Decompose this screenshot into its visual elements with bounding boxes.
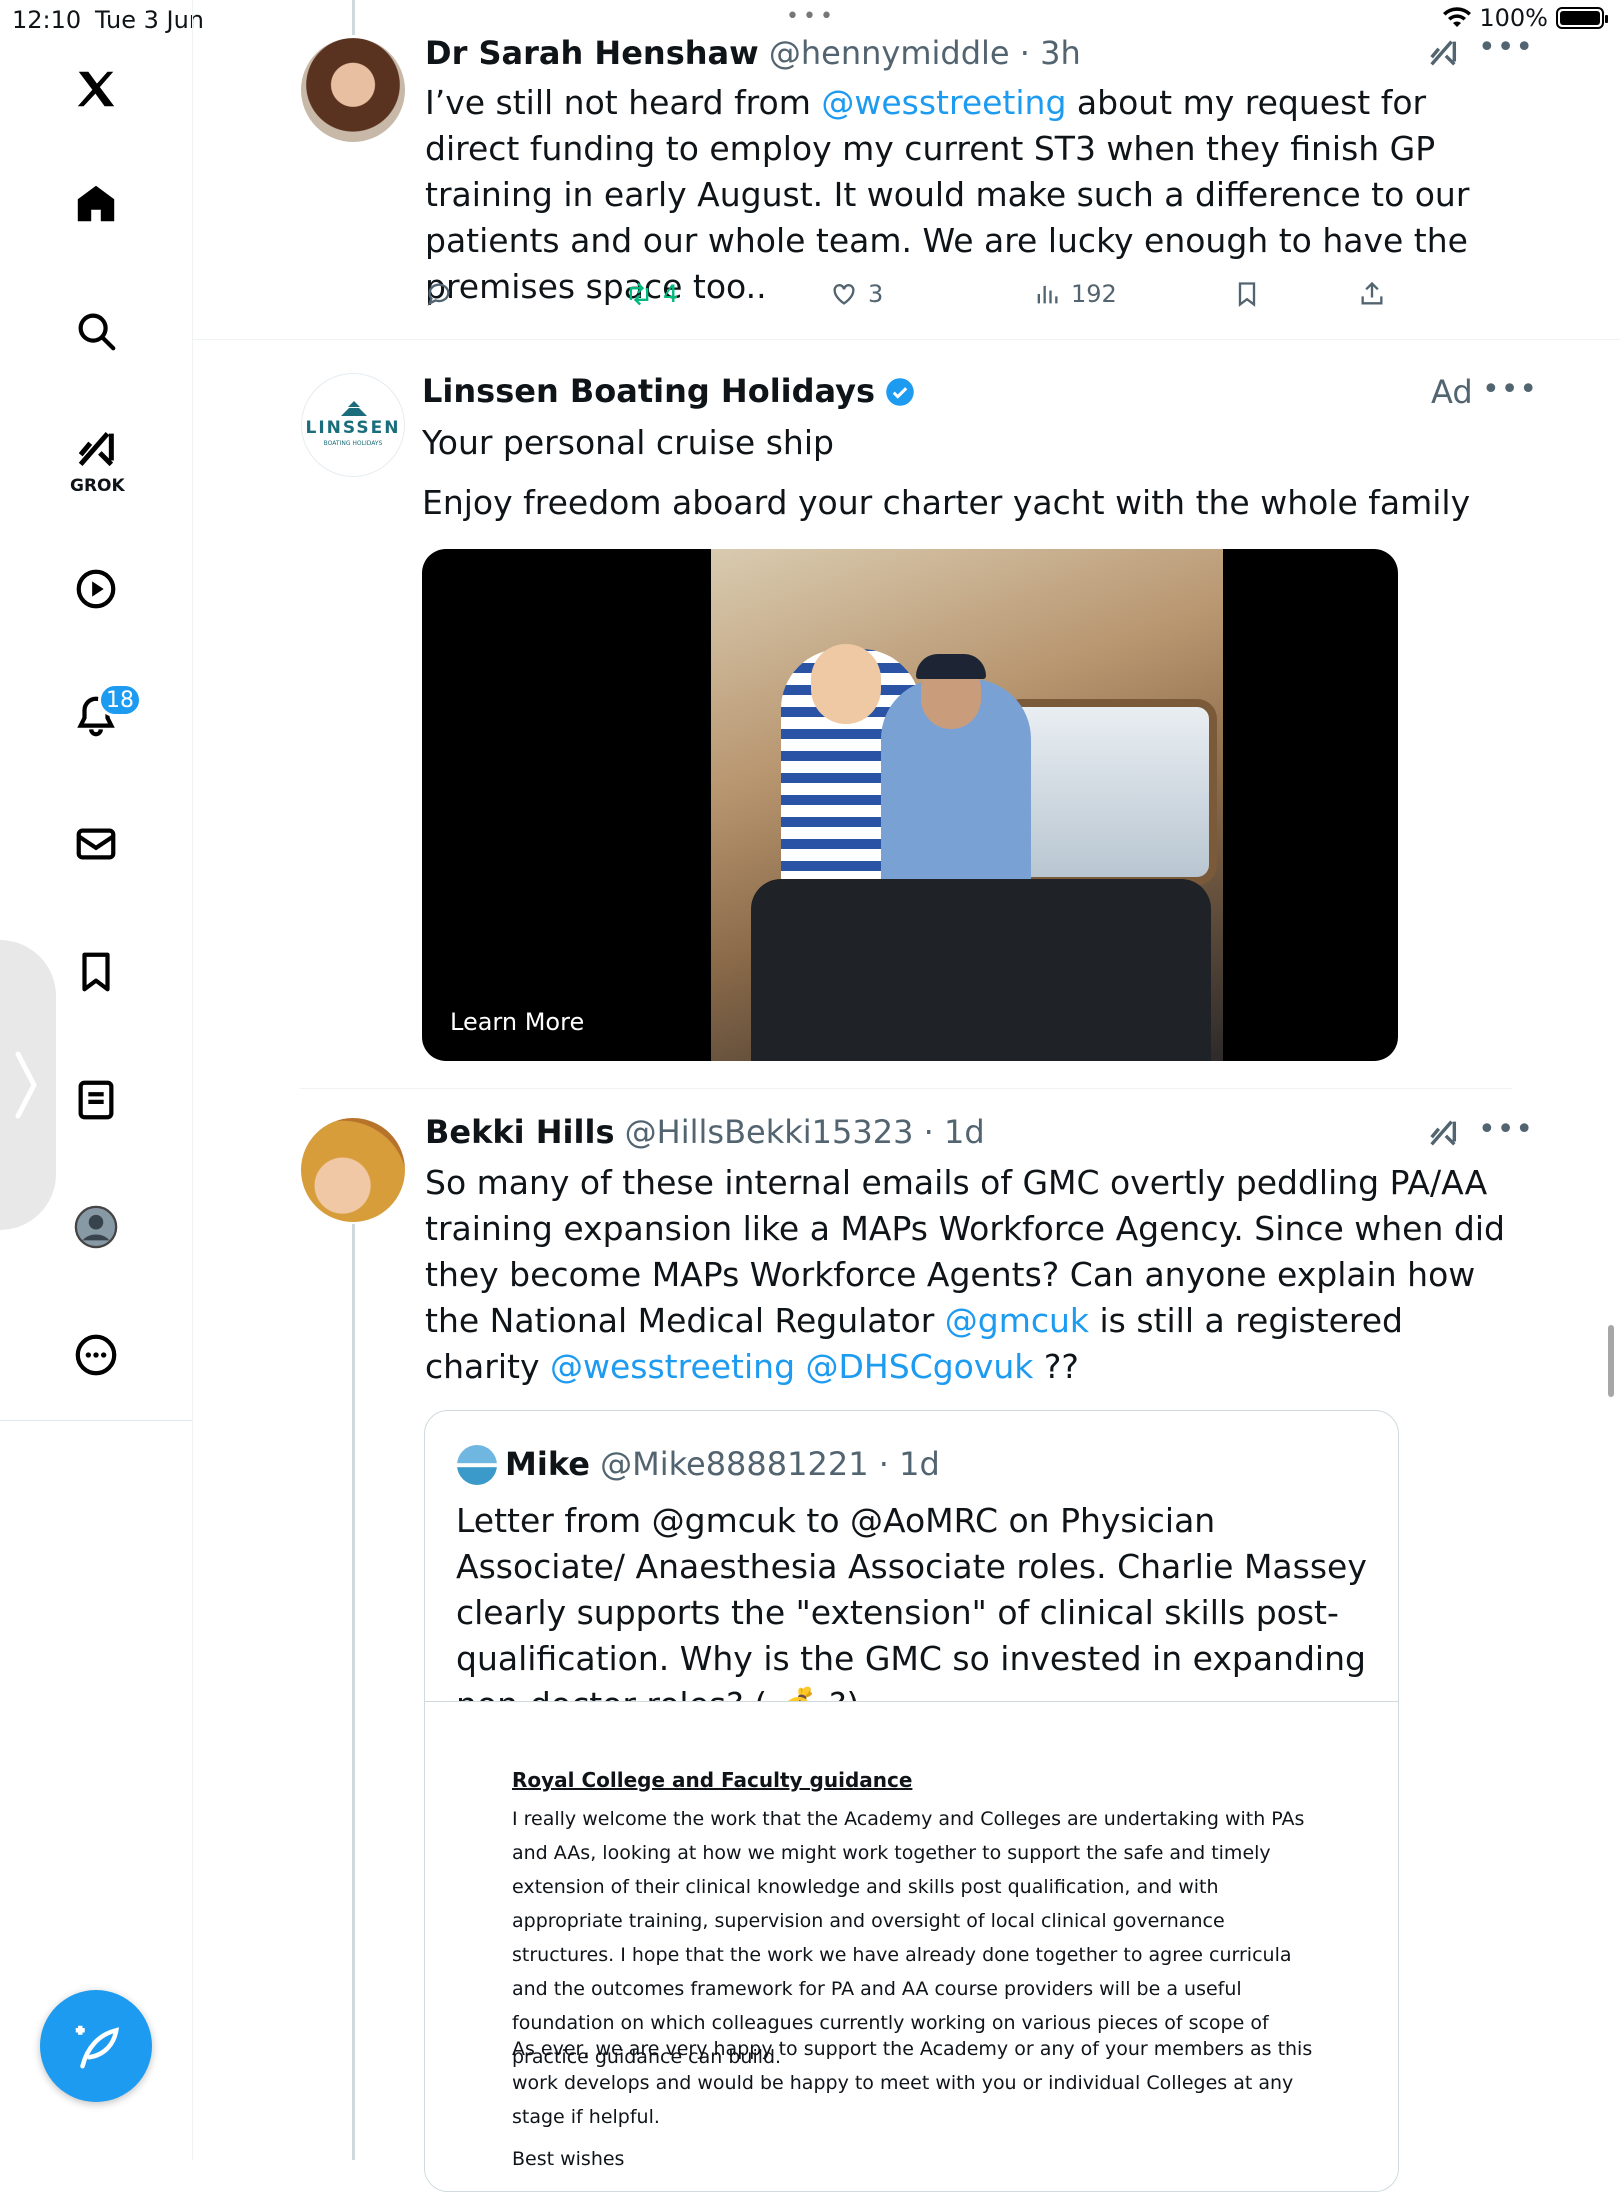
home-icon[interactable] (72, 180, 120, 228)
grok-icon[interactable] (72, 425, 120, 473)
share-icon (1361, 281, 1383, 305)
compose-feather-icon (75, 2025, 120, 2069)
quote-header: Mike @Mike88881221 · 1d (505, 1445, 940, 1483)
more-icon[interactable] (72, 1331, 120, 1379)
retweet-count: 4 (663, 280, 679, 308)
lists-icon[interactable] (72, 1076, 120, 1124)
bookmark-icon[interactable] (72, 948, 120, 996)
letter-signoff: Best wishes (512, 2148, 625, 2170)
grok-explain-icon[interactable] (1426, 36, 1460, 70)
tweet1-text-a: I’ve still not heard from (425, 83, 822, 122)
bookmark-small-icon (1238, 282, 1256, 307)
tweet2-time[interactable]: · 1d (924, 1113, 985, 1151)
ad-photo-head1 (811, 644, 881, 724)
tweet1-author-name[interactable]: Dr Sarah Henshaw (425, 34, 759, 72)
tweet-separator-2 (300, 1088, 1512, 1089)
view-count: 192 (1071, 280, 1117, 308)
ad-photo-cap (916, 654, 986, 679)
thread-line-top (352, 0, 355, 35)
notifications-badge: 18 (98, 683, 142, 717)
avatar-mike[interactable] (457, 1445, 497, 1485)
tweet1-header: Dr Sarah Henshaw @hennymiddle · 3h (425, 34, 1081, 72)
learn-more-button[interactable]: Learn More (450, 1008, 584, 1036)
ad-header: Linssen Boating Holidays (422, 372, 915, 410)
tweet1-handle[interactable]: @hennymiddle (769, 34, 1010, 72)
retweet-icon (629, 282, 649, 306)
verified-badge-icon (886, 378, 914, 406)
tweet1-more-icon[interactable]: ••• (1478, 30, 1534, 65)
tweet1-text: I’ve still not heard from @wesstreeting … (425, 80, 1505, 310)
reply-icon (427, 283, 450, 306)
battery-icon (1556, 7, 1608, 29)
linssen-logo-text: LINSSEN (305, 418, 401, 438)
grok-explain-icon-2[interactable] (1426, 1116, 1460, 1150)
heart-icon (833, 284, 855, 305)
linssen-logo-icon (341, 401, 367, 416)
quote-text: Letter from @gmcuk to @AoMRC on Physicia… (456, 1501, 1367, 1724)
tweet2-mentions[interactable]: @wesstreeting @DHSCgovuk (550, 1347, 1033, 1386)
ad-photo-console (751, 879, 1211, 1061)
multitask-dots[interactable]: ••• (786, 4, 837, 29)
tweet-separator-1 (193, 339, 1620, 340)
ad-label: Ad (1431, 373, 1473, 411)
ad-author-name[interactable]: Linssen Boating Holidays (422, 372, 875, 410)
letter-paragraph-2: As ever, we are very happy to support th… (512, 2038, 1313, 2128)
column-divider (192, 0, 193, 2160)
avatar-linssen[interactable]: LINSSEN BOATING HOLIDAYS (301, 373, 405, 477)
tweet2-mention-gmcuk[interactable]: @gmcuk (945, 1301, 1089, 1340)
battery-percent: 100% (1479, 4, 1548, 32)
tweet2-text: So many of these internal emails of GMC … (425, 1160, 1515, 1390)
tweet1-time[interactable]: · 3h (1020, 34, 1081, 72)
tweet1-actions: 4 3 192 (425, 280, 1405, 320)
video-icon[interactable] (72, 565, 120, 613)
tweet2-text-c: ?? (1033, 1347, 1079, 1386)
thread-line-bekki (352, 1224, 355, 2160)
chevron-right-icon (15, 1051, 37, 1119)
share-button[interactable] (1358, 280, 1386, 308)
grok-label: GROK (70, 476, 125, 496)
mail-icon[interactable] (72, 820, 120, 868)
wifi-icon (1443, 7, 1472, 27)
quote-handle[interactable]: @Mike88881221 (600, 1445, 868, 1483)
bookmark-button[interactable] (1233, 280, 1261, 308)
letter-heading: Royal College and Faculty guidance (512, 1768, 913, 1792)
ad-photo-window (1001, 699, 1217, 885)
quote-author-name[interactable]: Mike (505, 1445, 590, 1483)
status-right: 100% (1443, 4, 1608, 32)
tweet2-handle[interactable]: @HillsBekki15323 (625, 1113, 914, 1151)
ad-media-card[interactable]: Learn More (422, 549, 1398, 1061)
sidebar-divider (0, 1420, 192, 1421)
tweet2-author-name[interactable]: Bekki Hills (425, 1113, 615, 1151)
profile-icon[interactable] (72, 1203, 120, 1251)
tweet2-more-icon[interactable]: ••• (1478, 1112, 1534, 1147)
views-button[interactable]: 192 (1033, 280, 1117, 308)
quoted-letter-image[interactable]: Royal College and Faculty guidance I rea… (425, 1701, 1398, 2191)
search-icon[interactable] (72, 307, 120, 355)
quoted-tweet-card[interactable]: Mike @Mike88881221 · 1d Letter from @gmc… (424, 1410, 1399, 2192)
ad-photo-boat-couple[interactable] (711, 549, 1223, 1061)
tweet2-header: Bekki Hills @HillsBekki15323 · 1d (425, 1113, 985, 1151)
like-count: 3 (868, 280, 884, 308)
ad-body: Enjoy freedom aboard your charter yacht … (422, 483, 1471, 522)
scrollbar[interactable] (1608, 1325, 1614, 1397)
x-logo-icon[interactable] (72, 65, 120, 113)
retweet-button[interactable]: 4 (625, 280, 678, 308)
tweet1-mention[interactable]: @wesstreeting (821, 83, 1066, 122)
reply-button[interactable] (425, 280, 453, 308)
avatar-sarah-henshaw[interactable] (301, 38, 405, 142)
quote-time[interactable]: · 1d (879, 1445, 940, 1483)
like-button[interactable]: 3 (830, 280, 883, 308)
ad-more-icon[interactable]: ••• (1482, 372, 1538, 407)
views-chart-icon (1037, 285, 1058, 304)
avatar-bekki-hills[interactable] (301, 1118, 405, 1222)
ad-headline: Your personal cruise ship (422, 423, 834, 462)
compose-button[interactable] (40, 1990, 152, 2102)
linssen-logo-subtext: BOATING HOLIDAYS (323, 440, 383, 447)
sidebar-handle[interactable] (0, 940, 56, 1230)
